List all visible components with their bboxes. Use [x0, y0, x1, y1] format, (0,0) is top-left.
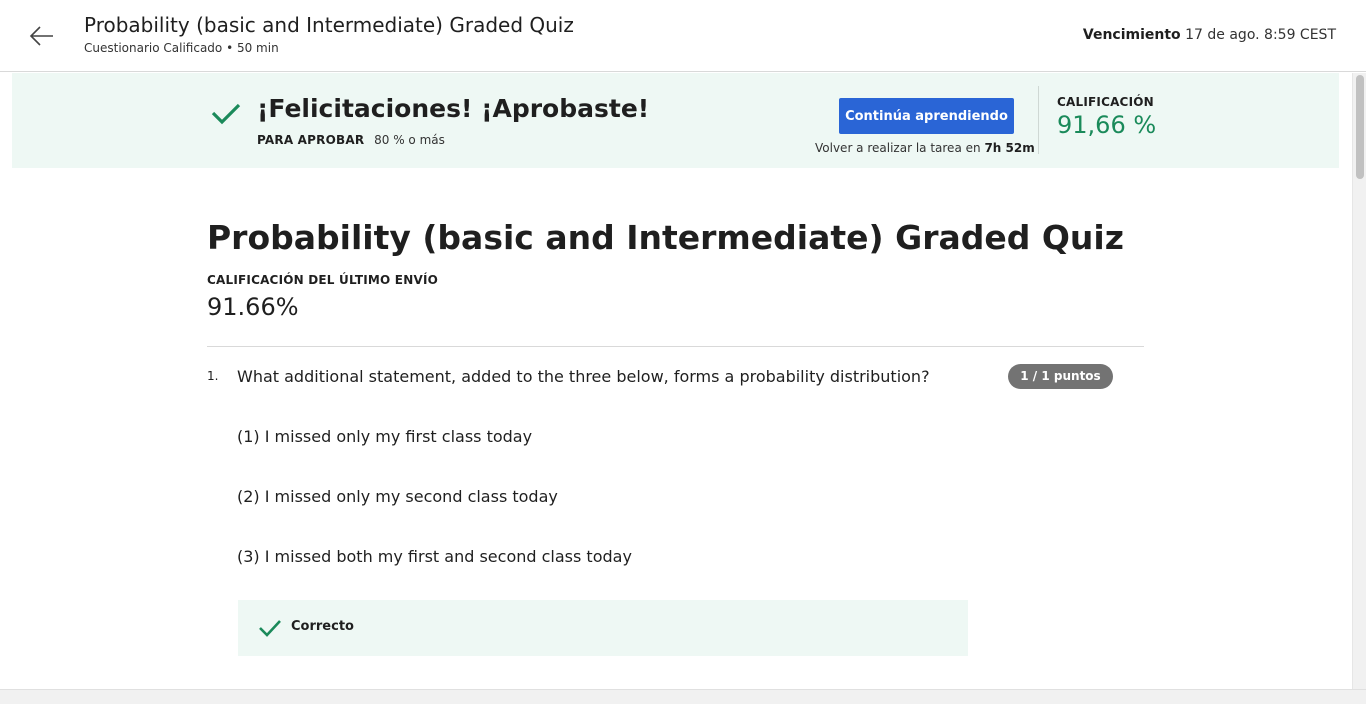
back-button[interactable]	[26, 20, 58, 52]
last-submission-value: 91.66%	[207, 293, 299, 321]
banner-divider	[1038, 86, 1039, 154]
question-text: What additional statement, added to the …	[237, 367, 930, 386]
statement-3: (3) I missed both my first and second cl…	[237, 547, 632, 566]
scrollbar-thumb[interactable]	[1356, 75, 1364, 179]
points-badge: 1 / 1 puntos	[1008, 364, 1113, 389]
question-number: 1.	[207, 369, 219, 383]
feedback-box: Correcto	[238, 600, 968, 656]
page-subtitle: Cuestionario Calificado • 50 min	[84, 41, 279, 55]
check-icon	[259, 620, 281, 637]
grade-label: CALIFICACIÓN	[1057, 95, 1154, 109]
statement-2: (2) I missed only my second class today	[237, 487, 558, 506]
due-date: Vencimiento 17 de ago. 8:59 CEST	[1083, 25, 1336, 45]
divider	[207, 346, 1144, 347]
statement-1: (1) I missed only my first class today	[237, 427, 533, 446]
retry-text: Volver a realizar la tarea en	[815, 141, 981, 155]
pass-value: 80 % o más	[374, 133, 445, 147]
grade-value: 91,66 %	[1057, 111, 1157, 139]
check-icon	[211, 103, 241, 125]
due-value: 17 de ago. 8:59 CEST	[1185, 27, 1336, 43]
page-title: Probability (basic and Intermediate) Gra…	[84, 13, 574, 37]
retry-time: 7h 52m	[984, 141, 1035, 155]
pass-headline: ¡Felicitaciones! ¡Aprobaste!	[257, 94, 650, 123]
last-submission-label: CALIFICACIÓN DEL ÚLTIMO ENVÍO	[207, 273, 439, 287]
due-label: Vencimiento	[1082, 27, 1181, 43]
pass-label: PARA APROBAR	[257, 133, 365, 147]
bottom-strip	[0, 689, 1366, 704]
retry-info: Volver a realizar la tarea en 7h 52m	[815, 139, 1035, 157]
pass-banner: ¡Felicitaciones! ¡Aprobaste! PARA APROBA…	[12, 73, 1339, 168]
pass-requirement: PARA APROBAR 80 % o más	[257, 131, 445, 149]
top-bar: Probability (basic and Intermediate) Gra…	[0, 0, 1366, 72]
arrow-left-icon	[29, 26, 53, 46]
scrollbar[interactable]	[1352, 73, 1366, 689]
quiz-title: Probability (basic and Intermediate) Gra…	[207, 218, 1124, 257]
main-content: ¡Felicitaciones! ¡Aprobaste! PARA APROBA…	[0, 73, 1352, 689]
continue-learning-button[interactable]: Continúa aprendiendo	[839, 98, 1014, 134]
feedback-text: Correcto	[291, 619, 354, 634]
